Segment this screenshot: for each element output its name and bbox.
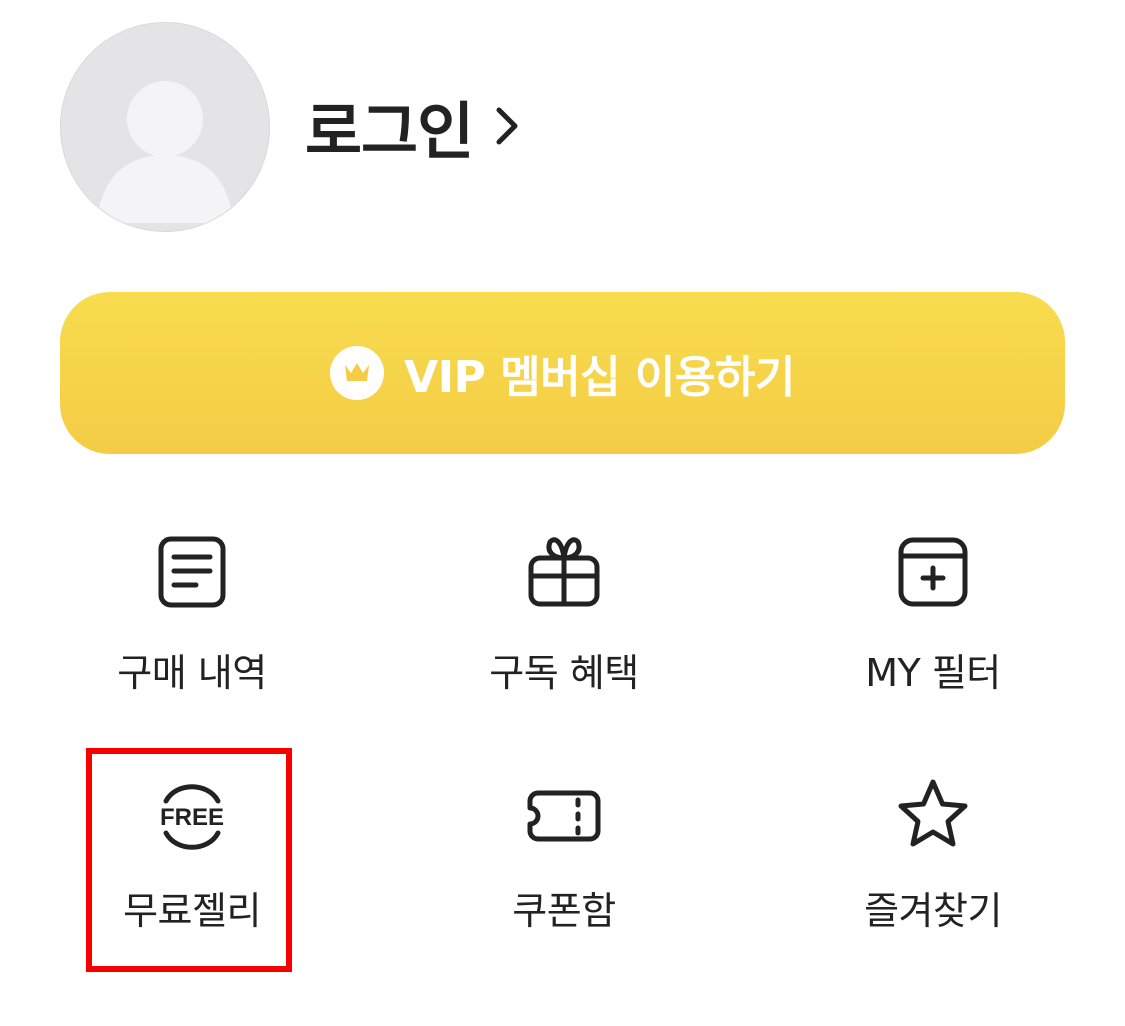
gift-icon bbox=[528, 537, 600, 607]
menu-free-jelly[interactable]: FREE 무료젤리 bbox=[42, 776, 342, 976]
vip-membership-label: VIP 멤버십 이용하기 bbox=[404, 352, 795, 403]
menu-subscription-benefits[interactable]: 구독 혜택 bbox=[414, 532, 714, 732]
menu-purchase-history[interactable]: 구매 내역 bbox=[42, 532, 342, 732]
crown-icon bbox=[330, 346, 385, 400]
menu-coupon-box[interactable]: 쿠폰함 bbox=[414, 776, 714, 976]
free-badge-icon: FREE bbox=[160, 784, 224, 850]
free-badge-text: FREE bbox=[160, 804, 224, 831]
menu-label: 즐겨찾기 bbox=[864, 889, 1002, 933]
menu-label: MY 필터 bbox=[865, 651, 1001, 695]
vip-membership-button[interactable]: VIP 멤버십 이용하기 bbox=[60, 292, 1065, 454]
menu-my-filter[interactable]: MY 필터 bbox=[783, 532, 1083, 732]
menu-favorites[interactable]: 즐겨찾기 bbox=[783, 776, 1083, 976]
login-label: 로그인 bbox=[305, 95, 474, 168]
my-page: 로그인 VIP 멤버십 이용하기 구매 내역 구독 혜택 MY 필터 FREE … bbox=[0, 0, 1125, 1026]
menu-label: 구독 혜택 bbox=[489, 651, 639, 695]
menu-label: 무료젤리 bbox=[123, 889, 261, 933]
ticket-icon bbox=[527, 790, 601, 842]
menu-label: 쿠폰함 bbox=[512, 889, 616, 933]
menu-label: 구매 내역 bbox=[117, 651, 267, 695]
receipt-list-icon bbox=[158, 536, 226, 608]
avatar[interactable] bbox=[60, 22, 270, 232]
chevron-right-icon bbox=[496, 107, 518, 145]
star-icon bbox=[898, 779, 968, 847]
calendar-plus-icon bbox=[898, 537, 968, 607]
default-user-icon bbox=[61, 23, 269, 231]
login-link[interactable]: 로그인 bbox=[305, 86, 519, 168]
